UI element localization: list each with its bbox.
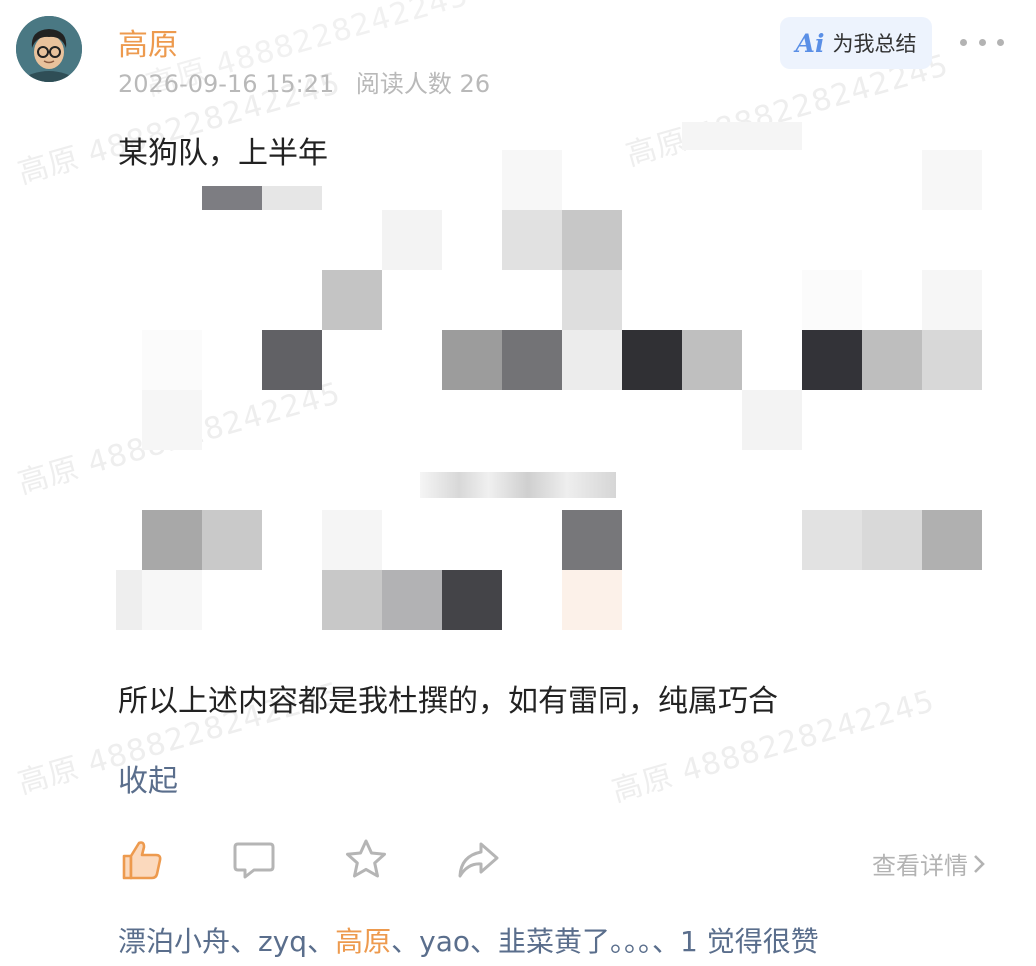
post-time: 2026-09-16 15:21: [118, 70, 335, 98]
likes-summary: 漂泊小舟、zyq、高原、yao、韭菜黄了。。。、1 觉得很赞: [118, 925, 819, 958]
thumb-up-icon[interactable]: [118, 836, 168, 886]
liker-name[interactable]: yao: [419, 925, 470, 958]
view-detail-label: 查看详情: [872, 852, 968, 880]
view-detail-link[interactable]: 查看详情: [872, 846, 986, 881]
liker-name-self[interactable]: 高原: [335, 925, 391, 958]
post-card: 高原 4888228242245 高原 4888228242245 高原 488…: [0, 0, 1036, 966]
collapse-link[interactable]: 收起: [118, 756, 178, 800]
post-content-last-line: 所以上述内容都是我杜撰的，如有雷同，纯属巧合: [118, 684, 778, 719]
read-count: 阅读人数 26: [355, 70, 491, 98]
ai-summary-label: 为我总结: [832, 32, 917, 56]
liker-name[interactable]: zyq: [258, 925, 307, 958]
star-icon[interactable]: [342, 836, 392, 886]
liker-name[interactable]: 漂泊小舟: [118, 925, 230, 958]
comment-icon[interactable]: [230, 836, 280, 886]
ai-icon: Ai: [795, 28, 825, 58]
share-icon[interactable]: [454, 836, 504, 886]
post-meta: 2026-09-16 15:21 阅读人数 26: [118, 64, 490, 99]
ai-summary-button[interactable]: Ai 为我总结: [780, 17, 932, 69]
likes-suffix: 1 觉得很赞: [680, 925, 819, 958]
author-name[interactable]: 高原: [118, 20, 178, 64]
liker-name[interactable]: 韭菜黄了。。。: [498, 925, 652, 958]
chevron-right-icon: [974, 854, 985, 873]
more-options-icon[interactable]: [960, 30, 1004, 54]
post-content-first-line: 某狗队，上半年: [118, 136, 328, 171]
avatar[interactable]: [16, 16, 82, 82]
